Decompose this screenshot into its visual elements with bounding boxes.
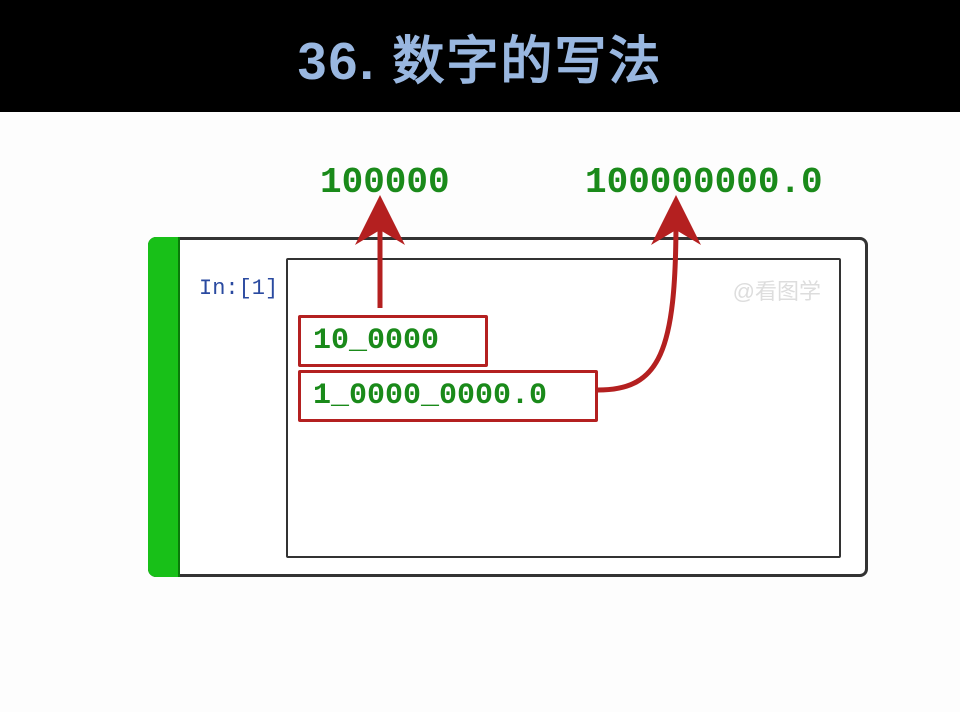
- page-title: 36. 数字的写法: [298, 19, 663, 94]
- notebook-cell: In:[1] @看图学 10_0000 1_0000_0000.0: [148, 237, 868, 577]
- code-line-2-box: 1_0000_0000.0: [298, 370, 598, 422]
- header: 36. 数字的写法: [0, 0, 960, 112]
- in-label: In:[1]: [199, 276, 278, 301]
- code-line-1-box: 10_0000: [298, 315, 488, 367]
- code-line-1: 10_0000: [313, 324, 439, 358]
- output-value-1: 100000: [320, 162, 450, 203]
- code-editor: @看图学 10_0000 1_0000_0000.0: [286, 258, 841, 558]
- watermark: @看图学: [733, 274, 821, 306]
- output-value-2: 100000000.0: [585, 162, 823, 203]
- content: 100000 100000000.0 In:[1] @看图学 10_0000 1…: [0, 112, 960, 600]
- code-line-2: 1_0000_0000.0: [313, 379, 547, 413]
